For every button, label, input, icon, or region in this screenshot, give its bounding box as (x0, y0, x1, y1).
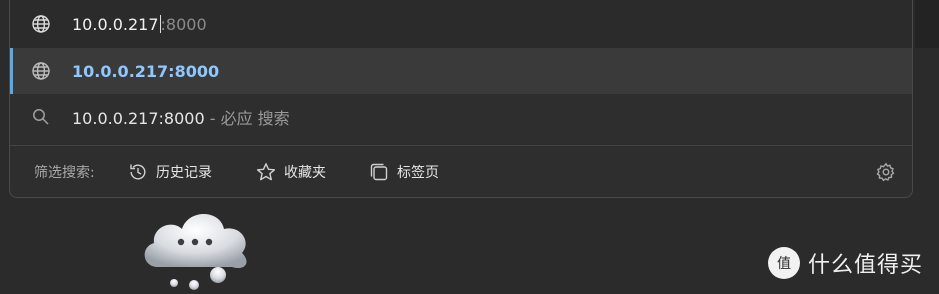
site-watermark: 值 什么值得买 (768, 246, 923, 280)
window-strip (915, 0, 939, 48)
filter-label: 筛选搜索: (34, 165, 95, 181)
suggestion-url-text: 10.0.0.217:8000 (72, 61, 220, 81)
filter-favorites-label: 收藏夹 (284, 165, 326, 181)
weather-cloud-icon (136, 205, 256, 290)
watermark-text: 什么值得买 (808, 253, 924, 278)
address-input[interactable]: 10.0.0.217:8000 (72, 14, 207, 34)
filter-tabs-button[interactable]: 标签页 (369, 162, 439, 182)
address-typed-text: 10.0.0.217 (72, 14, 159, 34)
filter-tabs-label: 标签页 (397, 165, 439, 181)
brand-logo: 值 (768, 247, 800, 279)
globe-icon (30, 60, 52, 82)
search-icon (30, 106, 52, 128)
search-query-text: 10.0.0.217:8000 (72, 109, 205, 128)
selection-indicator (10, 48, 13, 94)
search-filter-bar: 筛选搜索: 历史记录 收藏夹 标签页 (10, 146, 912, 197)
logo-glyph: 值 (777, 256, 791, 272)
search-engine-label: - 必应 搜索 (204, 109, 290, 128)
history-icon (128, 162, 148, 182)
address-suggestion-dropdown: 10.0.0.217:8000 10.0.0.217:8000 10.0.0.2… (9, 0, 913, 198)
address-autocomplete-text: :8000 (160, 14, 207, 34)
suggestion-item-url[interactable]: 10.0.0.217:8000 (10, 48, 912, 94)
suggestion-item-search[interactable]: 10.0.0.217:8000 - 必应 搜索 (10, 94, 912, 140)
filter-favorites-button[interactable]: 收藏夹 (256, 162, 326, 182)
star-icon (256, 162, 276, 182)
filter-history-label: 历史记录 (156, 165, 212, 181)
tabs-icon (369, 162, 389, 182)
gear-icon[interactable] (876, 162, 896, 182)
address-input-row[interactable]: 10.0.0.217:8000 (10, 0, 912, 48)
filter-history-button[interactable]: 历史记录 (128, 162, 212, 182)
suggestion-search-text: 10.0.0.217:8000 - 必应 搜索 (72, 105, 290, 129)
globe-icon (30, 13, 52, 35)
